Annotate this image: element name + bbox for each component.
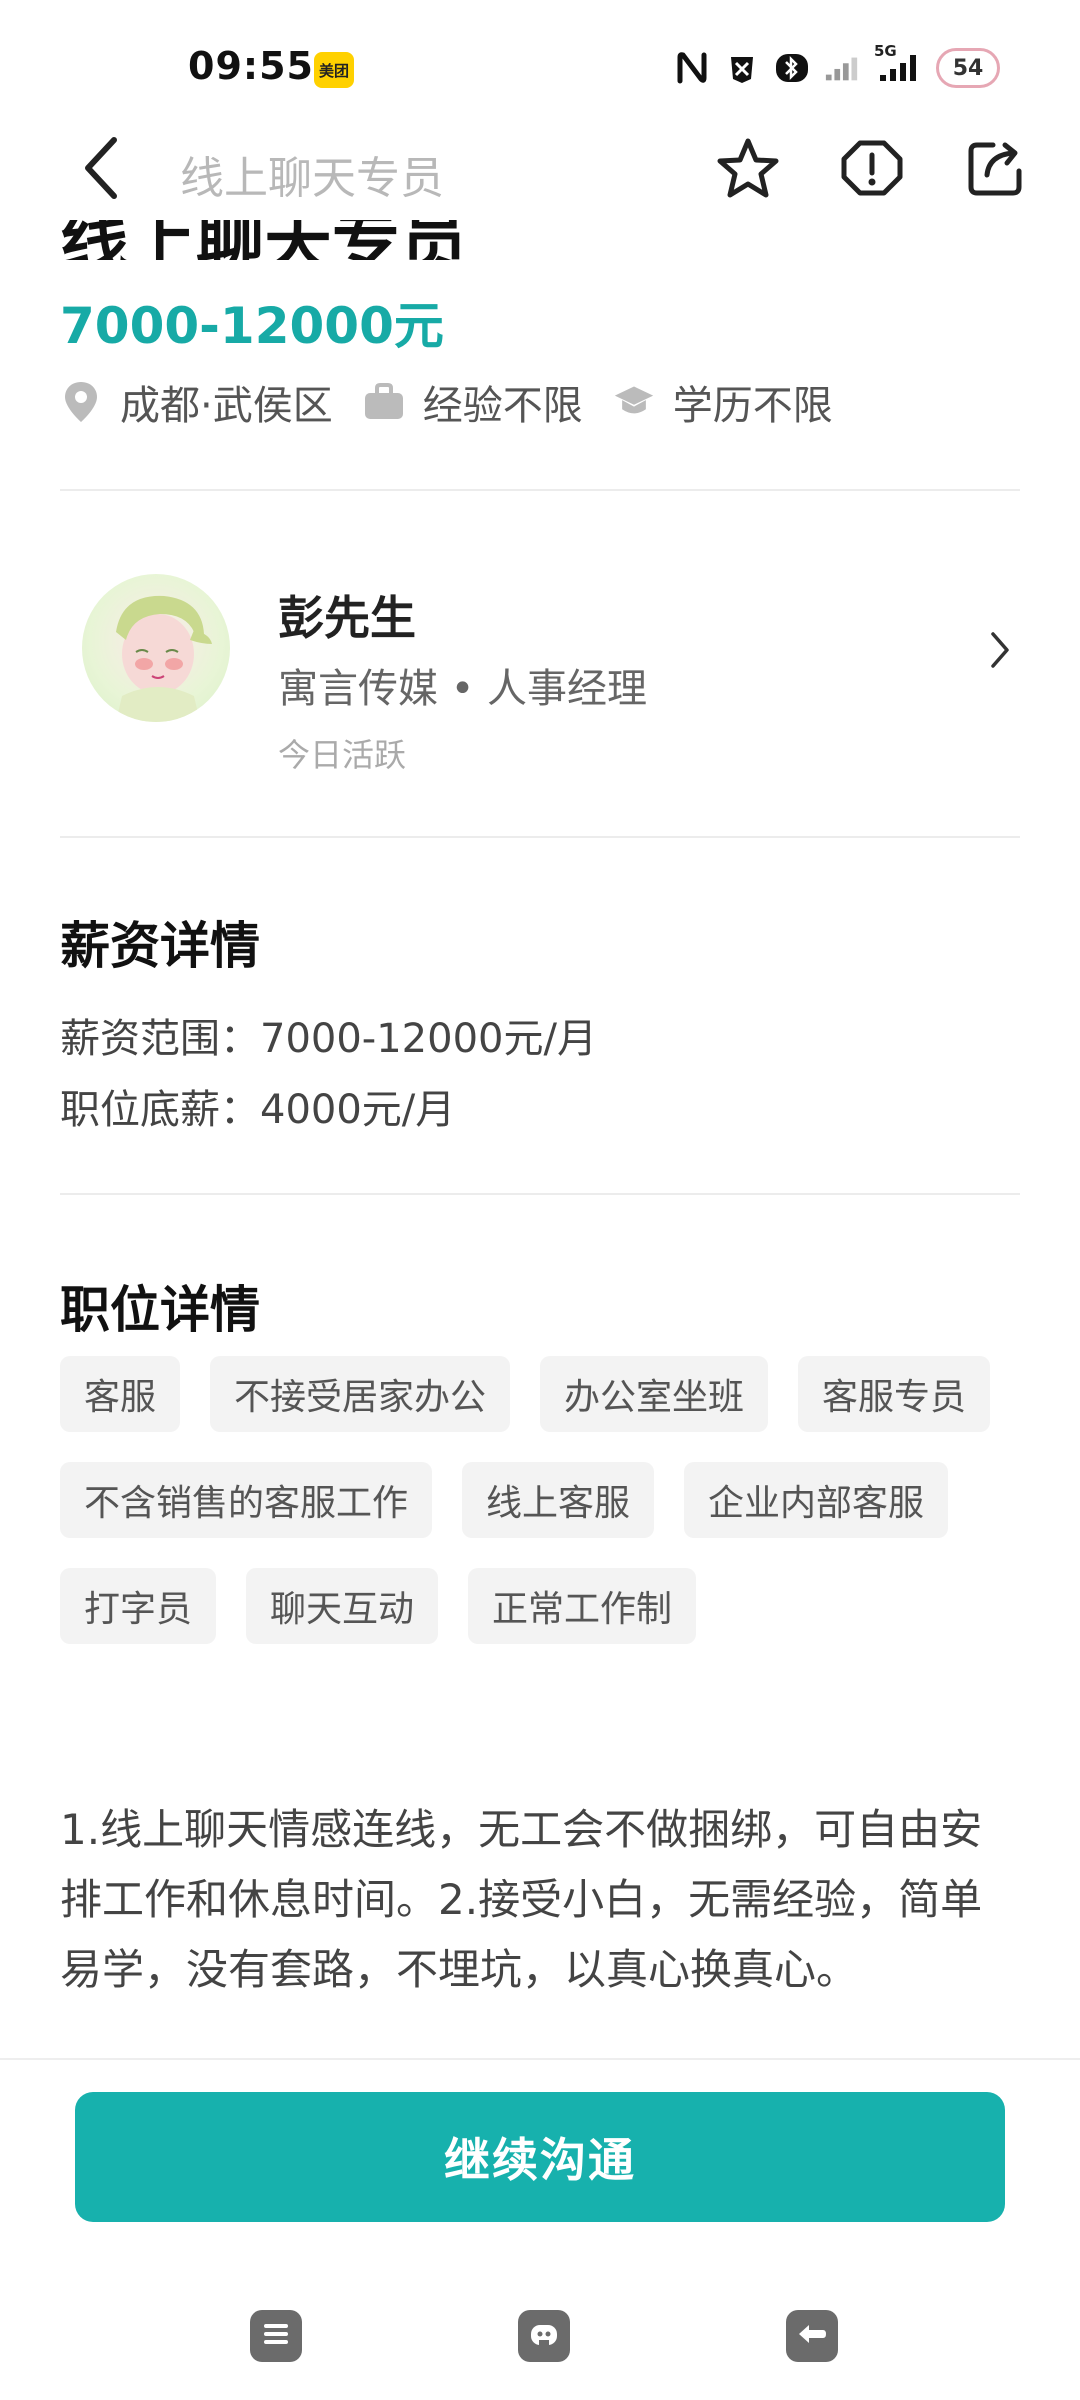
- job-tag: 线上客服: [462, 1462, 655, 1538]
- share-button[interactable]: [964, 130, 1028, 210]
- nfc-icon: [674, 50, 710, 86]
- job-details-heading: 职位详情: [60, 1281, 260, 1339]
- bluetooth-icon: [774, 50, 810, 86]
- favorite-button[interactable]: [716, 130, 780, 210]
- recruiter-activity-status: 今日活跃: [278, 736, 407, 774]
- briefcase-icon: [363, 381, 405, 423]
- map-pin-icon: [60, 381, 102, 423]
- job-tag: 客服专员: [798, 1356, 991, 1432]
- job-description: 1.线上聊天情感连线，无工会不做捆绑，可自由安排工作和休息时间。2.接受小白，无…: [60, 1805, 983, 1994]
- location-item: 成都·武侯区: [60, 373, 333, 431]
- share-icon: [965, 137, 1027, 203]
- experience-text: 经验不限: [422, 383, 583, 429]
- base-salary-detail: 职位底薪：4000元/月: [60, 1087, 456, 1133]
- job-tags: 客服 不接受居家办公 办公室坐班 客服专员 不含销售的客服工作 线上客服 企业内…: [60, 1356, 1020, 1644]
- education-item: 学历不限: [613, 373, 833, 431]
- job-title: 线上聊天专员: [60, 220, 469, 260]
- home-nav-button[interactable]: [518, 2310, 570, 2362]
- signal-5g-icon: 5G: [874, 42, 922, 86]
- battery-indicator: 54: [936, 48, 1000, 88]
- nav-actions: [716, 130, 1028, 210]
- job-tag: 聊天互动: [246, 1568, 439, 1644]
- job-title-container: 线上聊天专员: [60, 220, 960, 260]
- recruiter-name: 彭先生: [278, 591, 416, 645]
- salary-details-heading: 薪资详情: [60, 917, 260, 975]
- signal-weak-icon: [824, 50, 860, 86]
- location-text: 成都·武侯区: [120, 383, 333, 429]
- job-tag: 客服: [60, 1356, 181, 1432]
- divider: [60, 1193, 1020, 1195]
- job-tag: 不接受居家办公: [210, 1356, 511, 1432]
- warning-icon: [840, 137, 904, 203]
- back-nav-button[interactable]: [786, 2310, 838, 2362]
- bottom-action-bar: 继续沟通: [0, 2058, 1080, 2400]
- network-label: 5G: [874, 42, 897, 60]
- job-meta: 成都·武侯区 经验不限 学历不限: [60, 372, 833, 432]
- status-bar: 09:55 美团 5G 54: [0, 0, 1080, 130]
- education-text: 学历不限: [672, 383, 833, 429]
- divider: [60, 489, 1020, 491]
- experience-item: 经验不限: [363, 373, 583, 431]
- menu-nav-button[interactable]: [250, 2310, 302, 2362]
- status-time: 09:55: [188, 44, 314, 88]
- recruiter-card[interactable]: 彭先生 寓言传媒 • 人事经理 今日活跃: [60, 560, 1020, 780]
- top-nav-bar: 线上聊天专员: [0, 120, 1080, 220]
- job-tag: 办公室坐班: [540, 1356, 769, 1432]
- mute-icon: [724, 50, 760, 86]
- system-nav-bar: [0, 2310, 1080, 2370]
- report-button[interactable]: [840, 130, 904, 210]
- chevron-right-icon: [980, 620, 1020, 680]
- salary-range: 7000-12000元: [60, 297, 444, 355]
- menu-icon: [261, 2321, 291, 2351]
- status-icons: 5G 54: [674, 42, 1000, 90]
- nav-title: 线上聊天专员: [180, 153, 444, 204]
- home-icon: [527, 2319, 561, 2353]
- salary-range-detail: 薪资范围：7000-12000元/月: [60, 1016, 597, 1062]
- recruiter-company-role: 寓言传媒 • 人事经理: [278, 666, 648, 712]
- back-button[interactable]: [70, 130, 130, 210]
- star-icon: [716, 137, 780, 203]
- meituan-app-icon: 美团: [314, 52, 354, 88]
- job-tag: 不含销售的客服工作: [60, 1462, 433, 1538]
- job-tag: 打字员: [60, 1568, 217, 1644]
- continue-chat-button[interactable]: 继续沟通: [75, 2092, 1005, 2222]
- graduation-cap-icon: [613, 381, 655, 423]
- back-nav-icon: [795, 2321, 829, 2351]
- chevron-left-icon: [80, 136, 120, 204]
- job-tag: 正常工作制: [468, 1568, 697, 1644]
- divider: [60, 836, 1020, 838]
- job-tag: 企业内部客服: [684, 1462, 949, 1538]
- avatar: [82, 574, 230, 722]
